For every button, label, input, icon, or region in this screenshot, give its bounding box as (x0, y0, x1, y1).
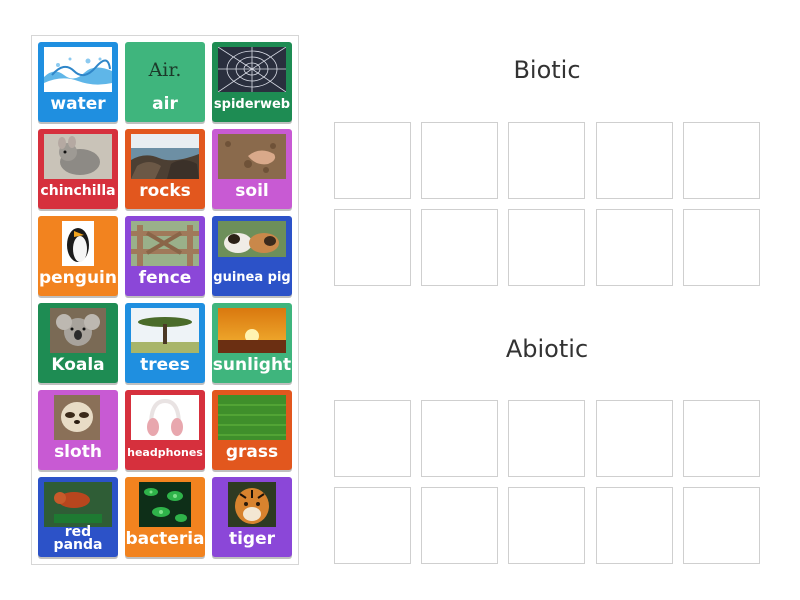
soil-icon (218, 134, 286, 179)
card-label: guinea pig (213, 270, 291, 285)
drop-slot[interactable] (334, 209, 411, 286)
card-chinchilla[interactable]: chinchilla (38, 129, 118, 209)
card-fence[interactable]: fence (125, 216, 205, 296)
card-label: soil (235, 180, 269, 201)
card-bacteria[interactable]: bacteria (125, 477, 205, 557)
drop-slot[interactable] (421, 122, 498, 199)
card-air[interactable]: Air. air (125, 42, 205, 122)
drop-slot[interactable] (508, 487, 585, 564)
koala-icon (50, 308, 106, 353)
card-sunlight[interactable]: sunlight (212, 303, 292, 383)
tiger-icon (228, 482, 276, 527)
card-rocks[interactable]: rocks (125, 129, 205, 209)
drop-slot[interactable] (334, 487, 411, 564)
chinchilla-icon (44, 134, 112, 179)
card-label: penguin (38, 267, 117, 288)
card-label: grass (225, 441, 279, 462)
card-label: red panda (53, 524, 103, 553)
card-grass[interactable]: grass (212, 390, 292, 470)
group-title-biotic: Biotic (513, 56, 581, 84)
headphones-icon (131, 395, 199, 440)
bacteria-icon (139, 482, 191, 527)
drop-slot[interactable] (596, 400, 673, 477)
drop-slot[interactable] (596, 487, 673, 564)
rocks-icon (131, 134, 199, 179)
grass-icon (218, 395, 286, 440)
drop-slot[interactable] (334, 400, 411, 477)
card-label: water (50, 93, 106, 114)
drop-slot[interactable] (596, 122, 673, 199)
card-spiderweb[interactable]: spiderweb (212, 42, 292, 122)
water-splash-icon (44, 47, 112, 92)
guinea-pig-icon (218, 221, 286, 257)
drop-slot[interactable] (508, 209, 585, 286)
sloth-icon (54, 395, 100, 440)
card-label: trees (140, 354, 190, 375)
drop-slot[interactable] (683, 209, 760, 286)
card-red-panda[interactable]: red panda (38, 477, 118, 557)
card-headphones[interactable]: headphones (125, 390, 205, 470)
drop-slot[interactable] (683, 487, 760, 564)
card-penguin[interactable]: penguin (38, 216, 118, 296)
group-title-abiotic: Abiotic (505, 335, 589, 363)
svg-text:Air.: Air. (148, 59, 182, 81)
card-tray: water Air. air spiderweb chinchilla rock… (31, 35, 299, 565)
card-tiger[interactable]: tiger (212, 477, 292, 557)
card-water[interactable]: water (38, 42, 118, 122)
card-koala[interactable]: Koala (38, 303, 118, 383)
drop-slot[interactable] (508, 400, 585, 477)
card-trees[interactable]: trees (125, 303, 205, 383)
fence-icon (131, 221, 199, 266)
card-label: air (152, 93, 178, 114)
tree-icon (131, 308, 199, 353)
drop-slot[interactable] (683, 400, 760, 477)
card-label: spiderweb (213, 96, 291, 112)
drop-slot[interactable] (596, 209, 673, 286)
card-label: sunlight (212, 354, 292, 375)
drop-slot[interactable] (421, 487, 498, 564)
air-text-icon: Air. (131, 47, 199, 92)
card-label: rocks (139, 180, 191, 201)
drop-slot[interactable] (683, 122, 760, 199)
drop-slot[interactable] (421, 209, 498, 286)
red-panda-icon (44, 482, 112, 527)
card-label: chinchilla (40, 182, 116, 199)
drop-slot[interactable] (334, 122, 411, 199)
penguin-icon (44, 221, 112, 266)
card-label: Koala (51, 354, 105, 375)
card-label: tiger (228, 528, 276, 549)
card-label: bacteria (125, 528, 205, 549)
sunset-icon (218, 308, 286, 353)
card-label: sloth (54, 441, 102, 462)
spiderweb-icon (218, 47, 286, 92)
card-guinea-pig[interactable]: guinea pig (212, 216, 292, 296)
drop-slot[interactable] (421, 400, 498, 477)
card-sloth[interactable]: sloth (38, 390, 118, 470)
drop-slot[interactable] (508, 122, 585, 199)
card-label: fence (138, 267, 192, 288)
card-label: headphones (127, 445, 203, 459)
card-soil[interactable]: soil (212, 129, 292, 209)
